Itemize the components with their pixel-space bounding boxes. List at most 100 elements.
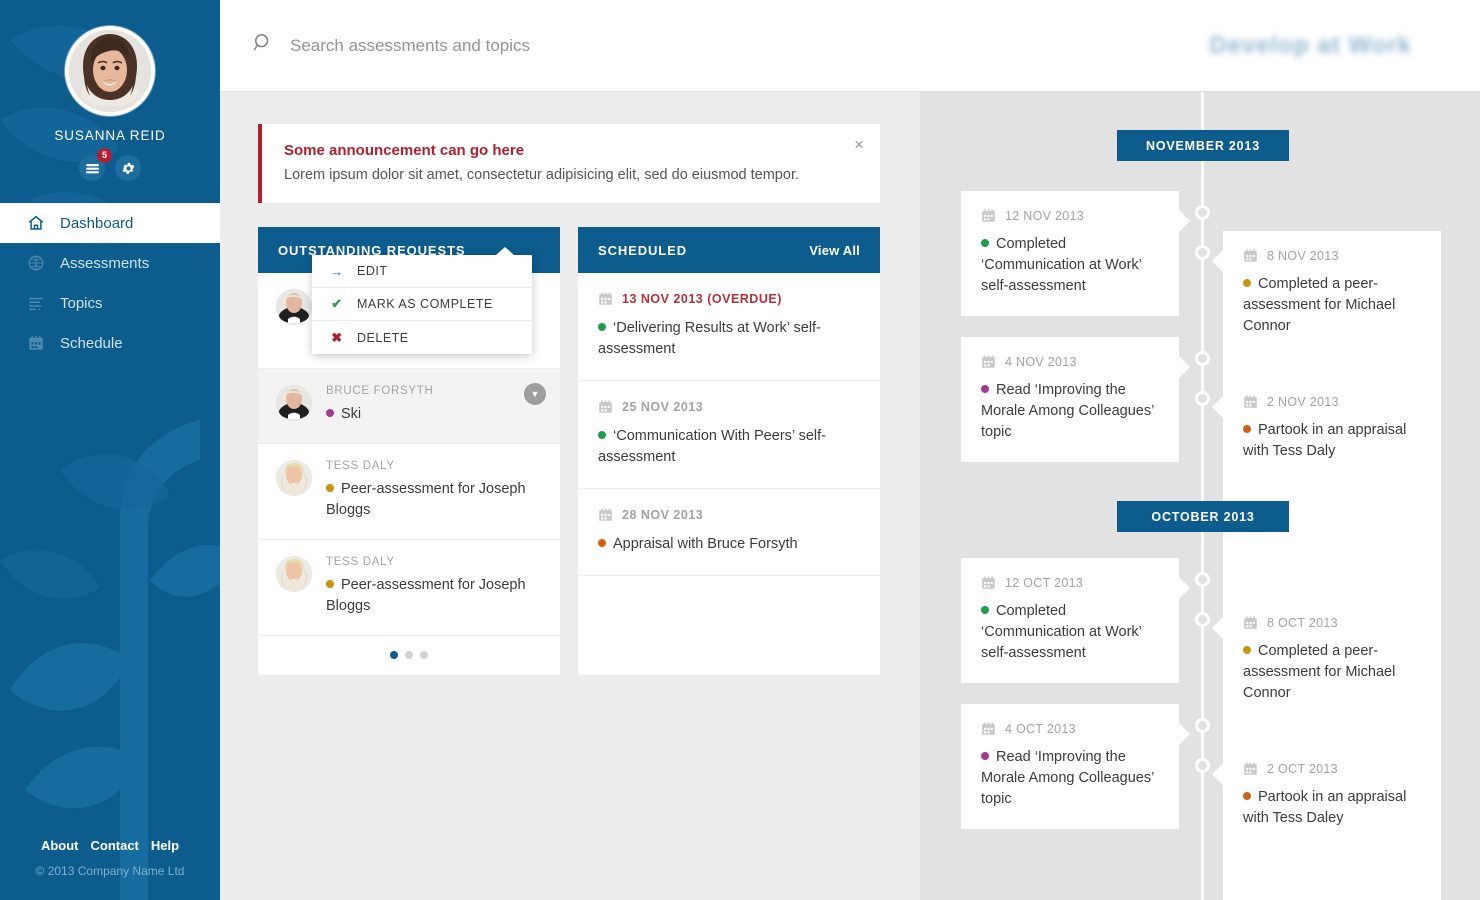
timeline-card[interactable]: 2 OCT 2013 Partook in an appraisal with … bbox=[1212, 744, 1441, 900]
right-region: Develop at Work × Some announcement can … bbox=[220, 0, 1480, 900]
avatar-image bbox=[69, 30, 151, 112]
timeline-date-text: 8 OCT 2013 bbox=[1267, 615, 1338, 630]
avatar bbox=[276, 289, 312, 325]
timeline-node bbox=[1195, 572, 1210, 587]
search-input[interactable] bbox=[290, 35, 810, 56]
announcement-text: Lorem ipsum dolor sit amet, consectetur … bbox=[284, 167, 799, 183]
sidebar: SUSANNA REID 5 Dashboard Assessments Top… bbox=[0, 0, 220, 900]
timeline-date-text: 2 OCT 2013 bbox=[1267, 761, 1338, 776]
sidebar-item-topics[interactable]: Topics bbox=[0, 283, 220, 323]
calendar-icon bbox=[1243, 394, 1258, 409]
pager-dot-2[interactable] bbox=[405, 651, 413, 660]
sidebar-item-label: Topics bbox=[60, 294, 103, 312]
menu-item-label: EDIT bbox=[357, 264, 388, 278]
view-all-button[interactable]: View All bbox=[809, 243, 860, 258]
scheduled-date-text: 13 NOV 2013 (OVERDUE) bbox=[622, 291, 782, 306]
sidebar-item-label: Schedule bbox=[60, 334, 123, 352]
copyright: © 2013 Company Name Ltd bbox=[35, 864, 185, 878]
menu-item-label: MARK AS COMPLETE bbox=[357, 297, 493, 311]
timeline-card[interactable]: 12 NOV 2013 Completed ‘Communication at … bbox=[961, 191, 1190, 317]
avatar bbox=[276, 556, 312, 593]
sidebar-item-assessments[interactable]: Assessments bbox=[0, 243, 220, 283]
footer-link-about[interactable]: About bbox=[41, 838, 79, 853]
timeline-date-text: 12 OCT 2013 bbox=[1005, 575, 1084, 590]
avatar[interactable] bbox=[65, 26, 155, 116]
scheduled-panel: SCHEDULED View All 13 NOV 2013 (OVERDUE)… bbox=[578, 227, 880, 676]
timeline-date-text: 8 NOV 2013 bbox=[1267, 248, 1339, 263]
list-item[interactable]: TESS DALY Peer-assessment for Joseph Blo… bbox=[258, 444, 560, 541]
announcement-banner: × Some announcement can go here Lorem ip… bbox=[258, 124, 880, 203]
chevron-down-icon: ▼ bbox=[530, 389, 540, 400]
footer-link-help[interactable]: Help bbox=[151, 838, 179, 853]
menu-item-edit[interactable]: → EDIT bbox=[312, 255, 532, 288]
list-item[interactable]: 28 NOV 2013 Appraisal with Bruce Forsyth bbox=[578, 489, 880, 577]
carousel-pager bbox=[258, 636, 560, 675]
timeline-text: Partook in an appraisal with Tess Daly bbox=[1243, 422, 1407, 460]
timeline-text: Completed a peer-assessment for Michael … bbox=[1243, 643, 1396, 702]
main-column: × Some announcement can go here Lorem ip… bbox=[220, 92, 920, 900]
calendar-icon bbox=[1243, 761, 1258, 776]
timeline-inner: NOVEMBER 2013 12 NOV 2013 Completed ‘Com… bbox=[920, 92, 1480, 900]
timeline-date: 2 NOV 2013 bbox=[1243, 394, 1421, 409]
request-text: Peer-assessment for Joseph Bloggs bbox=[326, 481, 526, 519]
status-dot bbox=[598, 431, 606, 440]
timeline-date: 12 NOV 2013 bbox=[981, 208, 1159, 223]
status-dot bbox=[598, 323, 606, 331]
settings-button[interactable] bbox=[115, 155, 141, 181]
timeline-card[interactable]: 4 NOV 2013 Read ‘Improving the Morale Am… bbox=[961, 337, 1190, 463]
timeline-date: 8 NOV 2013 bbox=[1243, 248, 1421, 263]
timeline-node bbox=[1195, 612, 1210, 627]
scheduled-text: ‘Delivering Results at Work’ self-assess… bbox=[598, 320, 821, 358]
calendar-icon bbox=[1243, 615, 1258, 630]
list-item[interactable]: 13 NOV 2013 (OVERDUE) ‘Delivering Result… bbox=[578, 273, 880, 382]
status-dot bbox=[598, 539, 606, 548]
arrow-right-icon: → bbox=[330, 263, 344, 279]
timeline-date-text: 12 NOV 2013 bbox=[1005, 208, 1085, 223]
calendar-icon bbox=[981, 721, 996, 736]
request-text: Ski bbox=[326, 404, 542, 425]
calendar-icon bbox=[981, 575, 996, 590]
check-icon: ✔ bbox=[331, 296, 343, 311]
search-area bbox=[252, 32, 1209, 59]
status-dot bbox=[981, 752, 989, 760]
footer-link-contact[interactable]: Contact bbox=[90, 838, 138, 853]
list-item[interactable]: TESS DALY Peer-assessment for Joseph Blo… bbox=[258, 540, 560, 637]
timeline-date-text: 4 OCT 2013 bbox=[1005, 721, 1076, 736]
row-context-menu: → EDIT ✔ MARK AS COMPLETE ✖ DELETE bbox=[312, 247, 532, 354]
scheduled-date: 13 NOV 2013 (OVERDUE) bbox=[598, 291, 860, 306]
pager-dot-1[interactable] bbox=[390, 651, 398, 660]
list-item-body: TESS DALY Peer-assessment for Joseph Blo… bbox=[326, 460, 542, 521]
timeline-date-text: 4 NOV 2013 bbox=[1005, 354, 1077, 369]
timeline-text: Read ‘Improving the Morale Among Colleag… bbox=[981, 382, 1154, 441]
list-item[interactable]: 25 NOV 2013 ‘Communication With Peers’ s… bbox=[578, 381, 880, 490]
sidebar-item-dashboard[interactable]: Dashboard bbox=[0, 203, 220, 243]
menu-item-mark-as-complete[interactable]: ✔ MARK AS COMPLETE bbox=[312, 288, 532, 321]
messages-button[interactable]: 5 bbox=[79, 148, 112, 181]
avatar bbox=[276, 385, 312, 422]
timeline-node bbox=[1195, 718, 1210, 733]
avatar bbox=[276, 460, 312, 497]
sidebar-item-label: Dashboard bbox=[60, 214, 134, 232]
menu-item-delete[interactable]: ✖ DELETE bbox=[312, 321, 532, 354]
list-item[interactable]: BRUCE FORSYTH Ski ▼ bbox=[258, 369, 560, 445]
sidebar-item-schedule[interactable]: Schedule bbox=[0, 323, 220, 363]
timeline-date: 2 OCT 2013 bbox=[1243, 761, 1421, 776]
search-icon[interactable] bbox=[252, 32, 274, 59]
pager-dot-3[interactable] bbox=[420, 651, 428, 660]
request-text: Peer-assessment for Joseph Bloggs bbox=[326, 577, 526, 615]
timeline-card[interactable]: 4 OCT 2013 Read ‘Improving the Morale Am… bbox=[961, 704, 1190, 830]
app-logo[interactable]: Develop at Work bbox=[1209, 32, 1412, 60]
scheduled-text: ‘Communication With Peers’ self-assessme… bbox=[598, 428, 826, 466]
scheduled-date-text: 28 NOV 2013 bbox=[622, 507, 704, 522]
close-icon[interactable]: × bbox=[854, 136, 864, 153]
requester-name: TESS DALY bbox=[326, 460, 395, 473]
requester-name: BRUCE FORSYTH bbox=[326, 385, 434, 398]
timeline-card[interactable]: 12 OCT 2013 Completed ‘Communication at … bbox=[961, 558, 1190, 684]
scheduled-date: 28 NOV 2013 bbox=[598, 507, 860, 522]
row-menu-button[interactable]: ▼ bbox=[524, 383, 546, 406]
footer-links: About Contact Help bbox=[0, 838, 220, 853]
calendar-icon bbox=[598, 507, 613, 522]
timeline-node bbox=[1195, 351, 1210, 366]
status-dot bbox=[326, 484, 334, 493]
timeline-node bbox=[1195, 245, 1210, 260]
